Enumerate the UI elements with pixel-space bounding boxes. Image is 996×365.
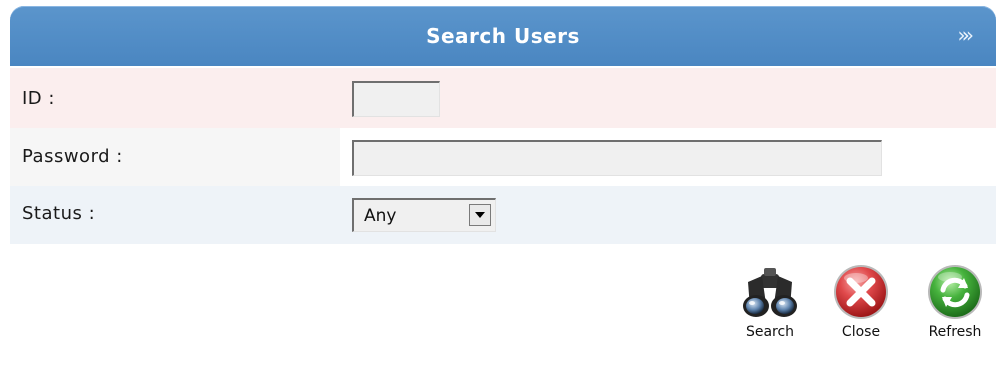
id-value-cell	[340, 68, 996, 128]
search-button[interactable]: Search	[740, 264, 800, 340]
status-row: Status : Any	[10, 186, 996, 244]
panel-header: Search Users »»	[10, 6, 996, 66]
id-row: ID :	[10, 68, 996, 128]
password-value-cell	[340, 128, 996, 186]
search-button-label: Search	[745, 324, 795, 340]
password-input[interactable]	[352, 140, 882, 176]
close-button[interactable]: Close	[828, 264, 894, 340]
password-row: Password :	[10, 128, 996, 186]
refresh-button-label: Refresh	[928, 324, 982, 340]
expand-chevrons-icon[interactable]: »»	[958, 24, 975, 46]
search-users-panel: Search Users »» ID : Password : Status :…	[0, 0, 996, 365]
status-select[interactable]: Any	[352, 198, 496, 232]
status-value-cell: Any	[340, 186, 996, 244]
status-label: Status :	[22, 203, 96, 224]
refresh-icon	[928, 265, 982, 319]
close-button-label: Close	[841, 324, 881, 340]
status-selected-value: Any	[364, 206, 397, 226]
binoculars-icon	[743, 268, 797, 317]
dropdown-arrow-button[interactable]	[469, 204, 491, 226]
refresh-button[interactable]: Refresh	[920, 264, 990, 340]
id-input[interactable]	[352, 81, 440, 117]
panel-title: Search Users	[426, 24, 580, 48]
close-icon	[834, 265, 888, 319]
id-label: ID :	[22, 88, 55, 109]
action-bar: Search Close Refresh	[10, 244, 996, 365]
chevron-down-icon	[475, 212, 485, 218]
password-label: Password :	[22, 146, 123, 167]
